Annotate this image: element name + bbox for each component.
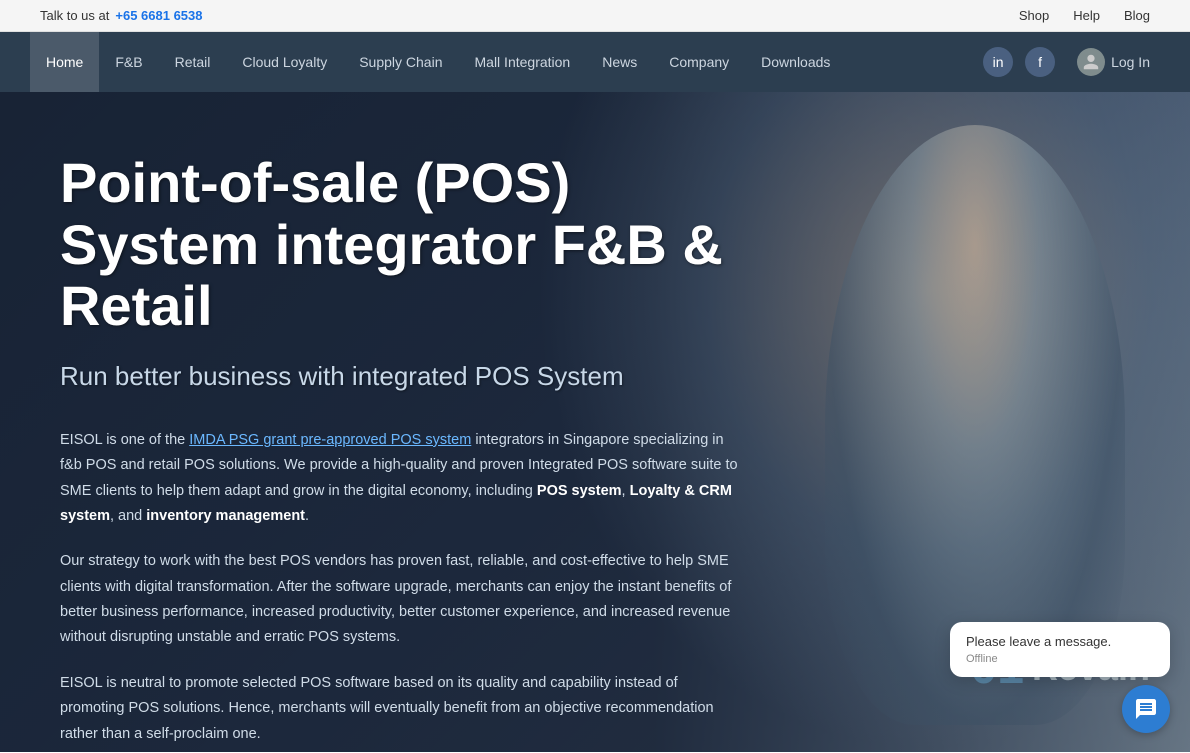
hero-subtitle: Run better business with integrated POS … — [60, 361, 760, 392]
nav-home[interactable]: Home — [30, 32, 99, 92]
hero-p1-before: EISOL is one of the — [60, 432, 189, 448]
imda-psg-link[interactable]: IMDA PSG grant pre-approved POS system — [189, 432, 471, 448]
nav-right: in f Log In — [983, 42, 1160, 82]
login-avatar-icon — [1077, 48, 1105, 76]
top-bar: Talk to us at +65 6681 6538 Shop Help Bl… — [0, 0, 1190, 32]
hero-body: EISOL is one of the IMDA PSG grant pre-a… — [60, 428, 740, 747]
nav-retail[interactable]: Retail — [159, 32, 227, 92]
login-button[interactable]: Log In — [1067, 42, 1160, 82]
talk-text: Talk to us at — [40, 8, 109, 23]
inventory-bold: inventory management — [146, 508, 305, 524]
hero-title: Point-of-sale (POS) System integrator F&… — [60, 152, 760, 337]
top-bar-links: Shop Help Blog — [1019, 8, 1150, 23]
nav-cloud-loyalty[interactable]: Cloud Loyalty — [226, 32, 343, 92]
nav-fb[interactable]: F&B — [99, 32, 158, 92]
help-link[interactable]: Help — [1073, 8, 1100, 23]
login-label: Log In — [1111, 54, 1150, 70]
navbar: Home F&B Retail Cloud Loyalty Supply Cha… — [0, 32, 1190, 92]
chat-widget: Please leave a message. Offline — [950, 622, 1170, 733]
hero-content: Point-of-sale (POS) System integrator F&… — [0, 92, 820, 752]
chat-status: Offline — [966, 653, 1154, 665]
nav-downloads[interactable]: Downloads — [745, 32, 846, 92]
hero-p1-comma: , and — [110, 508, 146, 524]
blog-link[interactable]: Blog — [1124, 8, 1150, 23]
hero-paragraph-3: EISOL is neutral to promote selected POS… — [60, 671, 740, 747]
pos-system-bold: POS system — [537, 483, 622, 499]
hero-paragraph-1: EISOL is one of the IMDA PSG grant pre-a… — [60, 428, 740, 530]
linkedin-icon[interactable]: in — [983, 47, 1013, 77]
top-bar-contact: Talk to us at +65 6681 6538 — [40, 8, 203, 23]
chat-bubble: Please leave a message. Offline — [950, 622, 1170, 677]
hero-paragraph-2: Our strategy to work with the best POS v… — [60, 549, 740, 651]
facebook-icon[interactable]: f — [1025, 47, 1055, 77]
chat-open-button[interactable] — [1122, 685, 1170, 733]
nav-links: Home F&B Retail Cloud Loyalty Supply Cha… — [30, 32, 983, 92]
hero-p1-end: . — [305, 508, 309, 524]
hero-p1-mid: , — [622, 483, 630, 499]
shop-link[interactable]: Shop — [1019, 8, 1049, 23]
nav-news[interactable]: News — [586, 32, 653, 92]
nav-mall-integration[interactable]: Mall Integration — [459, 32, 587, 92]
chat-message: Please leave a message. — [966, 634, 1154, 649]
nav-supply-chain[interactable]: Supply Chain — [343, 32, 458, 92]
nav-company[interactable]: Company — [653, 32, 745, 92]
phone-number[interactable]: +65 6681 6538 — [115, 8, 202, 23]
